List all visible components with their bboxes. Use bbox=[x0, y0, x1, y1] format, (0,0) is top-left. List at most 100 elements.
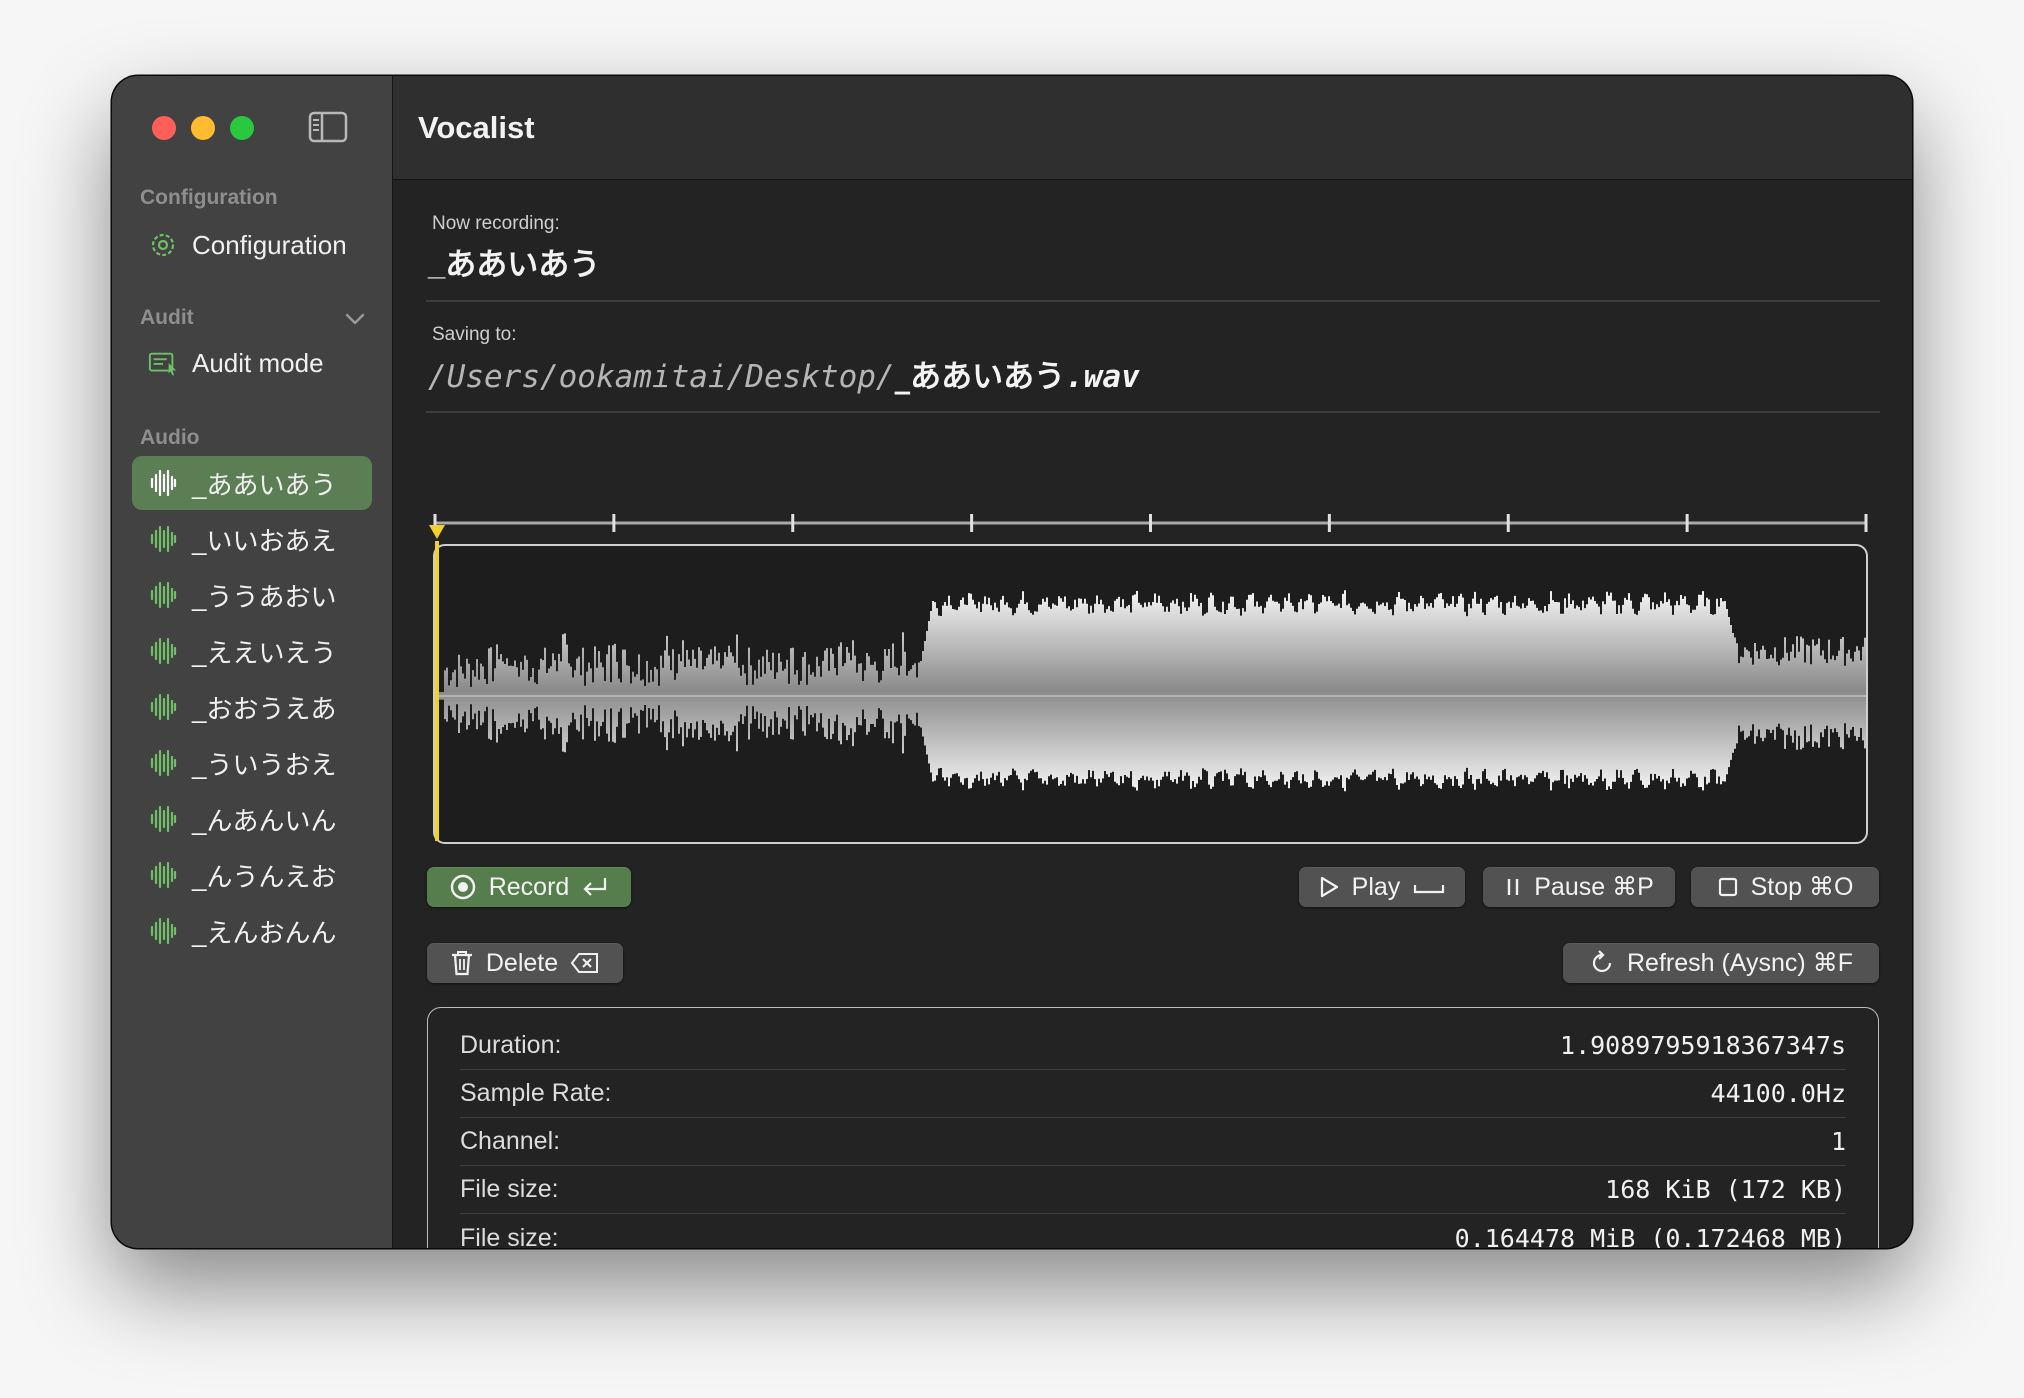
saving-path: /Users/ookamitai/Desktop/_ああいあう.wav bbox=[428, 351, 1140, 396]
divider bbox=[426, 300, 1880, 302]
playhead-marker-icon[interactable] bbox=[427, 523, 447, 541]
info-row: File size: 0.164478 MiB (0.172468 MB) bbox=[460, 1214, 1846, 1249]
waveform bbox=[438, 590, 1866, 792]
trash-icon bbox=[450, 949, 474, 977]
recording-panel: Now recording: _ああいあう Saving to: /Users/… bbox=[393, 181, 1912, 1248]
title-bar: Vocalist bbox=[393, 76, 1912, 180]
main-pane: Vocalist Now recording: _ああいあう Saving to… bbox=[393, 76, 1912, 1248]
info-value: 168 KiB (172 KB) bbox=[1605, 1175, 1846, 1204]
waveform-icon bbox=[148, 860, 178, 890]
sidebar-item-label: _ういうおえ bbox=[192, 749, 337, 780]
sidebar-item-label: Audit mode bbox=[192, 347, 324, 378]
now-recording-name: _ああいあう bbox=[428, 247, 601, 282]
path-filename: _ああいあう bbox=[894, 359, 1066, 395]
sidebar-audio-item[interactable]: _おおうえあ bbox=[132, 680, 372, 734]
pause-icon bbox=[1504, 875, 1522, 899]
waveform-icon bbox=[148, 692, 178, 722]
waveform-icon bbox=[148, 916, 178, 946]
info-row: Sample Rate: 44100.0Hz bbox=[460, 1070, 1846, 1118]
waveform-view[interactable] bbox=[433, 544, 1868, 844]
audit-icon bbox=[148, 348, 178, 378]
info-value: 1.9089795918367347s bbox=[1560, 1031, 1846, 1060]
minimize-button[interactable] bbox=[191, 116, 215, 140]
section-label-configuration: Configuration bbox=[140, 186, 278, 209]
space-key-icon bbox=[1412, 877, 1446, 897]
record-button[interactable]: Record bbox=[427, 867, 631, 907]
saving-to-caption: Saving to: bbox=[432, 324, 517, 345]
play-label: Play bbox=[1351, 872, 1401, 901]
waveform-path bbox=[438, 590, 1866, 792]
sidebar-toggle-icon[interactable] bbox=[308, 110, 348, 144]
sidebar-item-label: _んうんえお bbox=[192, 861, 337, 892]
sidebar-audio-item[interactable]: _ええいえう bbox=[132, 624, 372, 678]
sidebar-item-label: _えんおんん bbox=[192, 917, 337, 948]
close-button[interactable] bbox=[152, 116, 176, 140]
waveform-icon bbox=[148, 636, 178, 666]
sidebar-item-label: _ううあおい bbox=[192, 581, 337, 612]
info-value: 0.164478 MiB (0.172468 MB) bbox=[1454, 1223, 1846, 1249]
sidebar-item-label: _んあんいん bbox=[192, 805, 337, 836]
info-row: File size: 168 KiB (172 KB) bbox=[460, 1166, 1846, 1214]
path-extension: .wav bbox=[1065, 359, 1140, 395]
sidebar: Configuration Configuration Audit Audit … bbox=[112, 76, 393, 1248]
record-label: Record bbox=[488, 872, 570, 901]
refresh-icon bbox=[1589, 950, 1615, 976]
sidebar-audio-item[interactable]: _ああいあう bbox=[132, 456, 372, 510]
info-label: Channel: bbox=[460, 1127, 561, 1155]
waveform-icon bbox=[148, 580, 178, 610]
sidebar-audio-item[interactable]: _んあんいん bbox=[132, 792, 372, 846]
divider bbox=[426, 411, 1880, 413]
sidebar-item-audit-mode[interactable]: Audit mode bbox=[132, 336, 372, 390]
info-value: 1 bbox=[1830, 1127, 1846, 1156]
waveform-icon bbox=[148, 804, 178, 834]
refresh-label: Refresh (Aysnc) ⌘F bbox=[1627, 949, 1853, 977]
sidebar-audio-item[interactable]: _んうんえお bbox=[132, 848, 372, 902]
info-label: Sample Rate: bbox=[460, 1079, 612, 1107]
sidebar-item-label: _ああいあう bbox=[192, 469, 337, 500]
section-label-audio: Audio bbox=[140, 426, 200, 449]
playhead[interactable] bbox=[435, 541, 439, 841]
sidebar-audio-item[interactable]: _ううあおい bbox=[132, 568, 372, 622]
delete-key-icon bbox=[570, 951, 600, 975]
sidebar-item-configuration[interactable]: Configuration bbox=[132, 218, 372, 272]
waveform-icon bbox=[148, 748, 178, 778]
delete-label: Delete bbox=[485, 948, 559, 977]
section-label-audit: Audit bbox=[140, 306, 194, 329]
path-directory: /Users/ookamitai/Desktop/ bbox=[428, 359, 895, 395]
pause-button[interactable]: Pause ⌘P bbox=[1483, 867, 1675, 907]
chevron-down-icon[interactable] bbox=[344, 308, 366, 330]
now-recording-caption: Now recording: bbox=[432, 213, 560, 234]
info-label: File size: bbox=[460, 1175, 559, 1203]
gear-icon bbox=[148, 230, 178, 260]
play-icon bbox=[1318, 875, 1340, 899]
refresh-button[interactable]: Refresh (Aysnc) ⌘F bbox=[1563, 943, 1879, 983]
info-value: 44100.0Hz bbox=[1710, 1079, 1846, 1108]
sidebar-item-label: Configuration bbox=[192, 229, 347, 260]
sidebar-audio-item[interactable]: _いいおあえ bbox=[132, 512, 372, 566]
zoom-button[interactable] bbox=[230, 116, 254, 140]
info-row: Duration: 1.9089795918367347s bbox=[460, 1022, 1846, 1070]
sidebar-audio-item[interactable]: _ういうおえ bbox=[132, 736, 372, 790]
info-row: Channel: 1 bbox=[460, 1118, 1846, 1166]
info-label: File size: bbox=[460, 1223, 559, 1249]
waveform-icon bbox=[148, 524, 178, 554]
waveform-icon bbox=[148, 468, 178, 498]
stop-label: Stop ⌘O bbox=[1750, 873, 1854, 901]
sidebar-item-label: _いいおあえ bbox=[192, 525, 337, 556]
stop-button[interactable]: Stop ⌘O bbox=[1691, 867, 1879, 907]
record-icon bbox=[449, 873, 477, 901]
stop-icon bbox=[1717, 876, 1739, 898]
window-controls bbox=[152, 116, 254, 140]
sidebar-item-label: _ええいえう bbox=[192, 637, 337, 668]
return-key-icon bbox=[581, 875, 609, 899]
file-info-panel: Duration: 1.9089795918367347s Sample Rate:… bbox=[427, 1007, 1879, 1248]
delete-button[interactable]: Delete bbox=[427, 943, 623, 983]
info-label: Duration: bbox=[460, 1031, 562, 1059]
pause-label: Pause ⌘P bbox=[1534, 873, 1654, 901]
sidebar-audio-item[interactable]: _えんおんん bbox=[132, 904, 372, 958]
window-title: Vocalist bbox=[418, 109, 535, 145]
timeline-ruler[interactable] bbox=[433, 511, 1868, 535]
app-window: Configuration Configuration Audit Audit … bbox=[112, 76, 1912, 1248]
sidebar-item-label: _おおうえあ bbox=[192, 693, 337, 724]
play-button[interactable]: Play bbox=[1299, 867, 1465, 907]
